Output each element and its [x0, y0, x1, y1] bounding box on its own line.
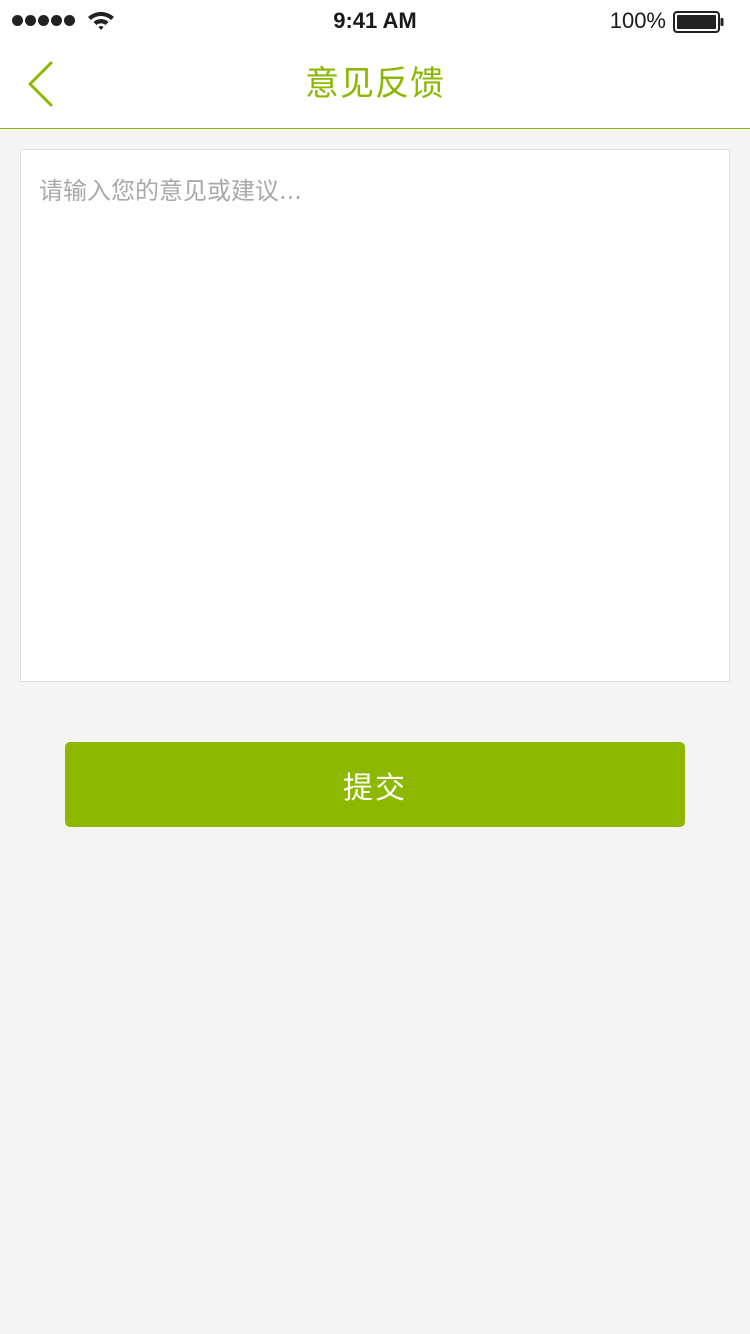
battery-icon: [673, 11, 724, 33]
battery-percentage: 100%: [609, 8, 666, 33]
page-title: 意见反馈: [305, 64, 445, 104]
feedback-input[interactable]: [21, 150, 729, 681]
submit-button[interactable]: 提交: [65, 742, 685, 827]
status-bar: 9:41 AM 100%: [0, 0, 750, 42]
navigation-bar: 意见反馈: [0, 42, 750, 129]
feedback-box: [20, 149, 730, 682]
